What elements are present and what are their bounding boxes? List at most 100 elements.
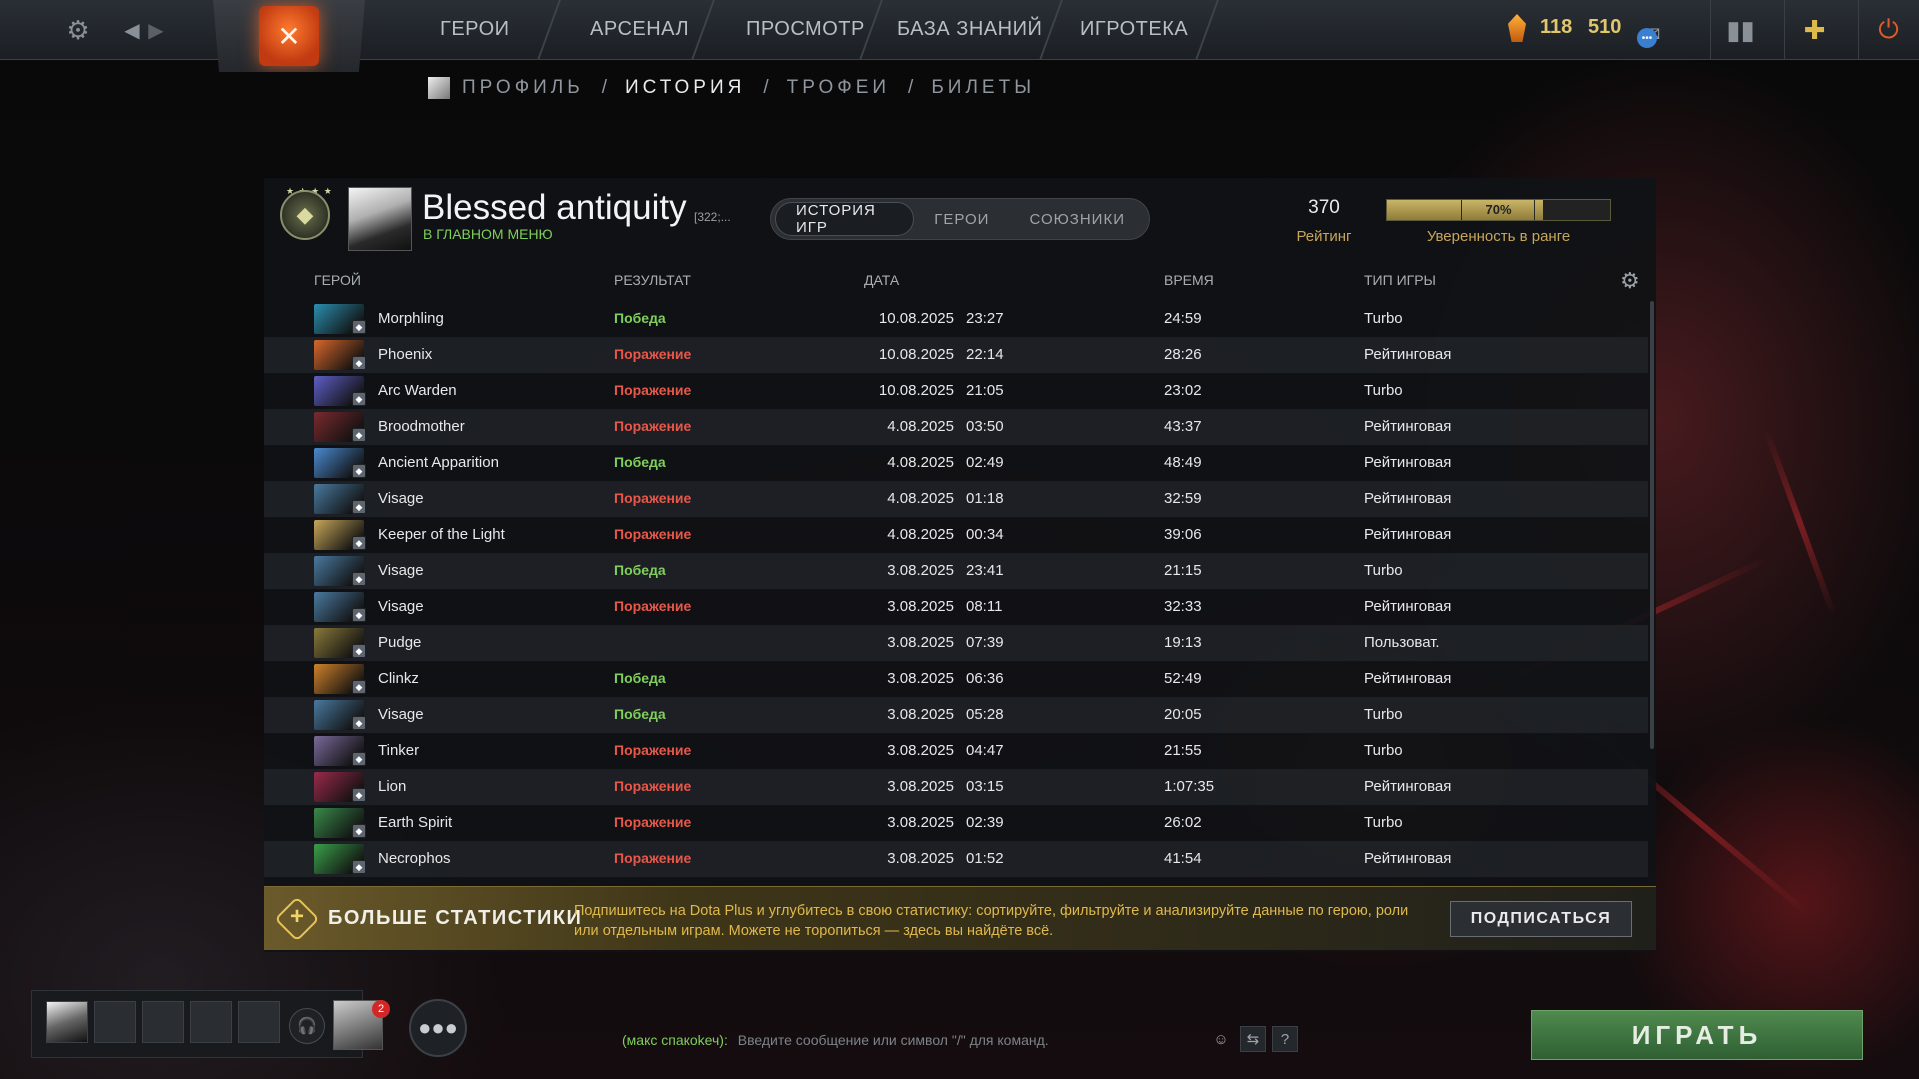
nav-arsenal[interactable]: АРСЕНАЛ (590, 18, 689, 41)
emoji-icon[interactable]: ☺ (1208, 1026, 1234, 1052)
hero-name: Tinker (378, 742, 420, 759)
promo-text: Подпишитесь на Dota Plus и углубитесь в … (574, 903, 1409, 939)
party-slot-empty[interactable] (190, 1001, 232, 1043)
column-result[interactable]: РЕЗУЛЬТАТ (614, 272, 691, 288)
subnav-tickets[interactable]: БИЛЕТЫ (931, 77, 1035, 99)
rating-label: Рейтинг (1296, 228, 1352, 245)
match-time: 08:11 (966, 598, 1003, 615)
table-row[interactable]: ◆ Broodmother Поражение 4.08.2025 03:50 43:37… (264, 409, 1648, 445)
match-date: 3.08.2025 (887, 850, 954, 867)
chat-bar[interactable]: (макс спакоkеч): Введите сообщение или с… (622, 1032, 1049, 1048)
subscribe-button[interactable]: ПОДПИСАТЬСЯ (1450, 901, 1632, 937)
role-badge-icon: ◆ (352, 428, 366, 442)
table-row[interactable]: ◆ Visage Поражение 3.08.2025 08:11 32:33 Рейти… (264, 589, 1648, 625)
help-icon[interactable]: ? (1272, 1026, 1298, 1052)
match-date: 4.08.2025 (887, 526, 954, 543)
table-row[interactable]: ◆ Visage Поражение 4.08.2025 01:18 32:59 Рейти… (264, 481, 1648, 517)
party-slot-empty[interactable] (238, 1001, 280, 1043)
hero-name: Broodmother (378, 418, 465, 435)
table-row[interactable]: ◆ Visage Победа 3.08.2025 05:28 20:05 Turbo (264, 697, 1648, 733)
chat-channel: (макс спакоkеч): (622, 1032, 728, 1048)
match-list-scrollbar[interactable] (1650, 301, 1654, 749)
play-button[interactable]: ИГРАТЬ (1531, 1010, 1863, 1060)
dota-plus-icon[interactable]: ✚ (1784, 0, 1844, 60)
social-menu-icon[interactable]: ●●● (409, 999, 467, 1057)
match-duration: 32:33 (1164, 598, 1202, 615)
shards-icon (1508, 14, 1526, 42)
party-slot-self[interactable] (46, 1001, 88, 1043)
nav-arcade[interactable]: ИГРОТЕКА (1080, 18, 1188, 41)
match-time: 23:41 (966, 562, 1004, 579)
table-row[interactable]: ◆ Tinker Поражение 3.08.2025 04:47 21:55 Turbo (264, 733, 1648, 769)
subnav-trophies[interactable]: ТРОФЕИ (787, 77, 890, 99)
column-hero[interactable]: ГЕРОЙ (314, 272, 361, 288)
match-result: Победа (614, 706, 666, 722)
armory-icon[interactable]: ▮▮ (1710, 0, 1770, 60)
party-slot-empty[interactable] (142, 1001, 184, 1043)
match-time: 01:18 (966, 490, 1004, 507)
rank-confidence-percent: 70% (1485, 202, 1512, 217)
voice-chat-icon[interactable]: 🎧 (289, 1008, 325, 1044)
nav-knowledge-base[interactable]: БАЗА ЗНАНИЙ (897, 18, 1042, 41)
dota-plus-promo: + БОЛЬШЕ СТАТИСТИКИ Подпишитесь на Dota … (264, 886, 1656, 950)
tab-heroes[interactable]: ГЕРОИ (914, 202, 1009, 236)
table-row[interactable]: ◆ Visage Победа 3.08.2025 23:41 21:15 Turbo (264, 553, 1648, 589)
chat-input[interactable]: Введите сообщение или символ "/" для ком… (738, 1032, 1049, 1048)
table-row[interactable]: ◆ Earth Spirit Поражение 3.08.2025 02:39 26:0… (264, 805, 1648, 841)
match-date: 3.08.2025 (887, 742, 954, 759)
nav-divider (1195, 0, 1219, 60)
dota-logo-icon: ✕ (259, 6, 319, 66)
table-row[interactable]: ◆ Keeper of the Light Поражение 4.08.2025 00… (264, 517, 1648, 553)
nav-watch[interactable]: ПРОСМОТР (746, 18, 865, 41)
match-duration: 21:55 (1164, 742, 1202, 759)
settings-gear-icon[interactable]: ⚙ (62, 14, 94, 46)
match-result: Поражение (614, 598, 692, 614)
table-row[interactable]: ◆ Necrophos Поражение 3.08.2025 01:52 41:54 Ре… (264, 841, 1648, 877)
match-duration: 21:15 (1164, 562, 1202, 579)
hero-name: Visage (378, 706, 424, 723)
dota-logo-button[interactable]: ✕ (213, 0, 365, 72)
match-date: 3.08.2025 (887, 814, 954, 831)
game-type: Рейтинговая (1364, 454, 1452, 471)
table-row[interactable]: ◆ Arc Warden Поражение 10.08.2025 21:05 23:02… (264, 373, 1648, 409)
match-duration: 39:06 (1164, 526, 1202, 543)
match-result: Победа (614, 562, 666, 578)
role-badge-icon: ◆ (352, 572, 366, 586)
match-date: 10.08.2025 (878, 382, 954, 399)
match-duration: 43:37 (1164, 418, 1202, 435)
column-date[interactable]: ДАТА (864, 272, 899, 288)
nav-divider (537, 0, 561, 60)
match-time: 06:36 (966, 670, 1004, 687)
column-duration[interactable]: ВРЕМЯ (1164, 272, 1214, 288)
column-game-type[interactable]: ТИП ИГРЫ (1364, 272, 1436, 288)
table-row[interactable]: ◆ Ancient Apparition Победа 4.08.2025 02:49 4… (264, 445, 1648, 481)
dota-plus-icon: + (289, 903, 304, 930)
table-row[interactable]: ◆ Lion Поражение 3.08.2025 03:15 1:07:35 Рейти… (264, 769, 1648, 805)
role-badge-icon: ◆ (352, 536, 366, 550)
match-time: 07:39 (966, 634, 1004, 651)
nav-heroes[interactable]: ГЕРОИ (440, 18, 510, 41)
tab-match-history[interactable]: ИСТОРИЯ ИГР (775, 202, 915, 236)
table-row[interactable]: ◆ Clinkz Победа 3.08.2025 06:36 52:49 Рейтинго… (264, 661, 1648, 697)
tab-allies[interactable]: СОЮЗНИКИ (1009, 202, 1145, 236)
avatar[interactable] (348, 187, 412, 251)
match-duration: 26:02 (1164, 814, 1202, 831)
table-row[interactable]: ◆ Pudge 3.08.2025 07:39 19:13 Пользоват. (264, 625, 1648, 661)
game-type: Рейтинговая (1364, 670, 1452, 687)
match-duration: 1:07:35 (1164, 778, 1215, 795)
forward-arrow-icon[interactable]: ▶ (140, 14, 172, 46)
subnav-history[interactable]: ИСТОРИЯ (625, 77, 745, 99)
table-row[interactable]: ◆ Morphling Победа 10.08.2025 23:27 24:59 Turb… (264, 301, 1648, 337)
chat-wheel-icon[interactable]: ⇆ (1240, 1026, 1266, 1052)
rank-medal-icon[interactable]: ◆ (280, 190, 330, 240)
subnav-profile[interactable]: ПРОФИЛЬ (462, 77, 584, 99)
table-settings-gear-icon[interactable]: ⚙ (1620, 268, 1640, 294)
hero-name: Keeper of the Light (378, 526, 505, 543)
power-icon[interactable]: ⏻ (1858, 0, 1918, 60)
match-result: Поражение (614, 382, 692, 398)
table-row[interactable]: ◆ Phoenix Поражение 10.08.2025 22:14 28:26 Рей… (264, 337, 1648, 373)
subnav-separator: / (763, 77, 769, 98)
game-type: Рейтинговая (1364, 598, 1452, 615)
party-slot-empty[interactable] (94, 1001, 136, 1043)
chat-bubble-icon[interactable]: ••• (1637, 28, 1657, 48)
